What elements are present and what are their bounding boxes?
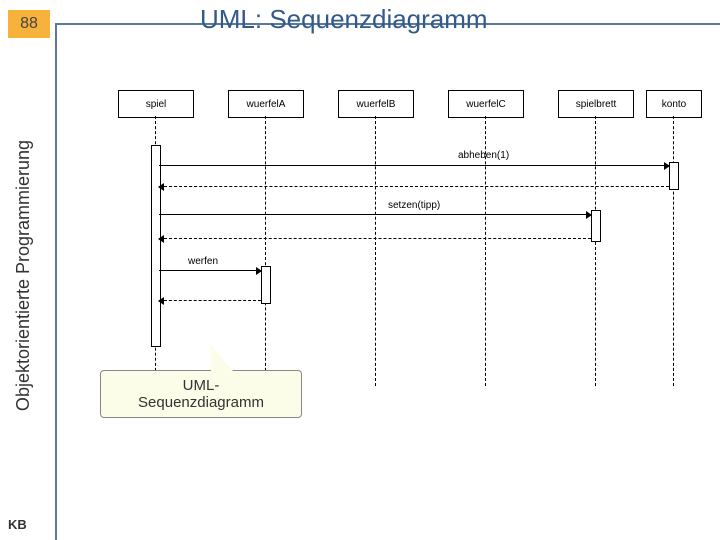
- obj-wuerfelC: wuerfelC: [448, 90, 524, 118]
- arrow-abheben: [159, 165, 669, 166]
- obj-wuerfelB: wuerfelB: [338, 90, 414, 118]
- return-abheben: [159, 186, 669, 187]
- msg-abheben: abheben(1): [458, 150, 509, 161]
- callout-text: UML- Sequenzdiagramm: [138, 377, 264, 411]
- left-divider: [55, 23, 57, 540]
- obj-wuerfelA: wuerfelA: [228, 90, 304, 118]
- slide: 88 UML: Sequenzdiagramm Objektorientiert…: [0, 0, 720, 540]
- lifeline-konto: [673, 116, 674, 386]
- arrow-setzen: [159, 214, 591, 215]
- slide-title: UML: Sequenzdiagramm: [200, 4, 488, 35]
- callout: UML- Sequenzdiagramm: [100, 370, 302, 418]
- return-setzen: [159, 238, 591, 239]
- obj-spielbrett: spielbrett: [558, 90, 634, 118]
- activation-spielbrett: [591, 210, 601, 242]
- obj-spiel: spiel: [118, 90, 194, 118]
- msg-setzen: setzen(tipp): [388, 200, 440, 211]
- return-werfen: [159, 300, 261, 301]
- lifeline-wuerfelB: [375, 116, 376, 386]
- page-number-badge: 88: [8, 10, 50, 38]
- footer-initials: KB: [8, 517, 27, 532]
- activation-spiel: [151, 145, 161, 347]
- sidebar-label: Objektorientierte Programmierung: [14, 139, 35, 410]
- lifeline-spielbrett: [595, 116, 596, 386]
- msg-werfen: werfen: [188, 256, 218, 267]
- activation-konto: [669, 162, 679, 190]
- page-number: 88: [20, 15, 38, 33]
- arrow-werfen: [159, 270, 261, 271]
- lifeline-wuerfelA: [265, 116, 266, 386]
- activation-wuerfelA: [261, 266, 271, 304]
- sequence-diagram: spiel wuerfelA wuerfelB wuerfelC spielbr…: [88, 90, 702, 390]
- obj-konto: konto: [646, 90, 702, 118]
- sidebar: Objektorientierte Programmierung: [8, 60, 40, 490]
